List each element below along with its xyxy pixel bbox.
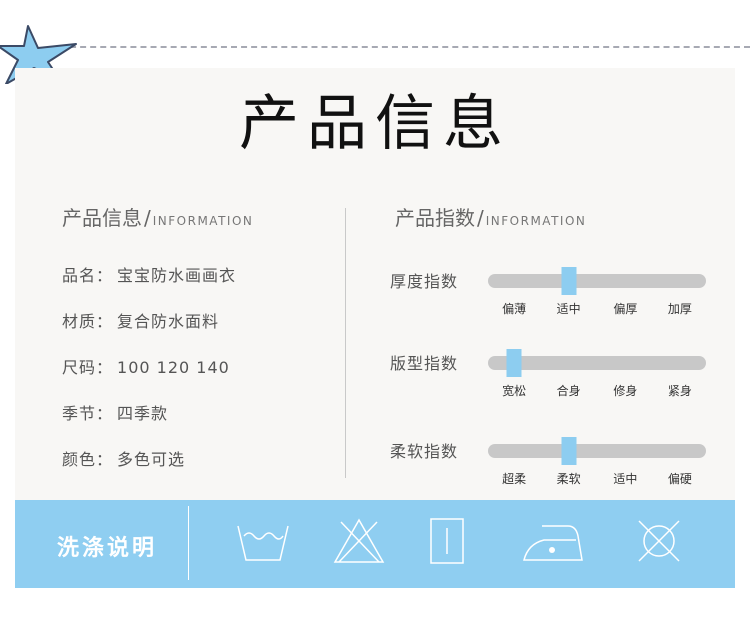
- section-header-product-index: 产品指数 / INFORMATION: [395, 202, 586, 231]
- index-tick: 宽松: [502, 384, 527, 398]
- section-title-cn: 产品指数: [395, 206, 475, 230]
- index-ticks: 超柔 柔软 适中 偏硬: [488, 470, 706, 488]
- section-title-en: INFORMATION: [485, 214, 587, 228]
- index-softness: 柔软指数 超柔 柔软 适中 偏硬: [390, 437, 720, 488]
- index-track: [488, 349, 706, 377]
- hand-wash-icon: [237, 525, 289, 561]
- info-label: 材质：: [62, 312, 114, 331]
- index-track: [488, 267, 706, 295]
- no-bleach-icon: [333, 518, 385, 563]
- wash-title: 洗涤说明: [57, 536, 158, 561]
- index-tick: 偏厚: [613, 302, 638, 316]
- dry-flat-icon: [430, 518, 464, 564]
- index-thumb: [561, 267, 577, 295]
- info-label: 尺码：: [62, 358, 114, 377]
- iron-low-icon: [523, 525, 583, 561]
- index-tick: 柔软: [556, 472, 581, 486]
- vertical-divider: [345, 208, 346, 478]
- info-value: 100 120 140: [117, 358, 230, 377]
- index-label: 柔软指数: [390, 442, 459, 461]
- index-tick: 偏薄: [502, 302, 527, 316]
- section-slash: /: [144, 206, 151, 230]
- info-label: 颜色：: [62, 450, 114, 469]
- info-list: 品名： 宝宝防水画画衣 材质： 复合防水面料 尺码： 100 120 140 季节：四…: [62, 262, 236, 492]
- index-tick: 紧身: [667, 384, 692, 398]
- index-tick: 适中: [556, 302, 581, 316]
- info-value: 多色可选: [117, 450, 186, 469]
- index-label: 厚度指数: [390, 272, 459, 291]
- index-tick: 适中: [613, 472, 638, 486]
- index-thickness: 厚度指数 偏薄 适中 偏厚 加厚: [390, 267, 720, 318]
- index-tick: 合身: [556, 384, 581, 398]
- index-tick: 超柔: [502, 472, 527, 486]
- wash-instructions-bar: 洗涤说明: [15, 500, 735, 588]
- info-value: 宝宝防水画画衣: [117, 266, 237, 285]
- info-row-season: 季节： 四季款: [62, 400, 236, 446]
- info-row-material: 材质： 复合防水面料: [62, 308, 236, 354]
- info-row-color: 颜色： 多色可选: [62, 446, 236, 492]
- page-title: 产品信息: [239, 89, 511, 159]
- section-header-product-info: 产品信息 / INFORMATION: [62, 202, 253, 231]
- info-value: 四季款: [117, 404, 169, 423]
- index-ticks: 宽松 合身 修身 紧身: [488, 382, 706, 400]
- no-tumble-dry-icon: [638, 520, 680, 562]
- info-value: 复合防水面料: [117, 312, 220, 331]
- section-title-cn: 产品信息: [62, 206, 142, 230]
- info-row-size: 尺码： 100 120 140: [62, 354, 236, 400]
- index-tick: 加厚: [667, 302, 692, 316]
- index-fit: 版型指数 宽松 合身 修身 紧身: [390, 349, 720, 400]
- section-title-en: INFORMATION: [152, 214, 254, 228]
- index-thumb: [506, 349, 522, 377]
- section-slash: /: [477, 206, 484, 230]
- info-label: 品名：: [62, 266, 114, 285]
- info-label: 季节：: [62, 404, 114, 423]
- index-track: [488, 437, 706, 465]
- index-thumb: [561, 437, 577, 465]
- wash-separator: [188, 506, 189, 580]
- info-row-name: 品名： 宝宝防水画画衣: [62, 262, 236, 308]
- index-tick: 偏硬: [667, 472, 692, 486]
- index-tick: 修身: [613, 384, 638, 398]
- index-label: 版型指数: [390, 354, 459, 373]
- index-ticks: 偏薄 适中 偏厚 加厚: [488, 300, 706, 318]
- top-dashed-line: [60, 46, 750, 48]
